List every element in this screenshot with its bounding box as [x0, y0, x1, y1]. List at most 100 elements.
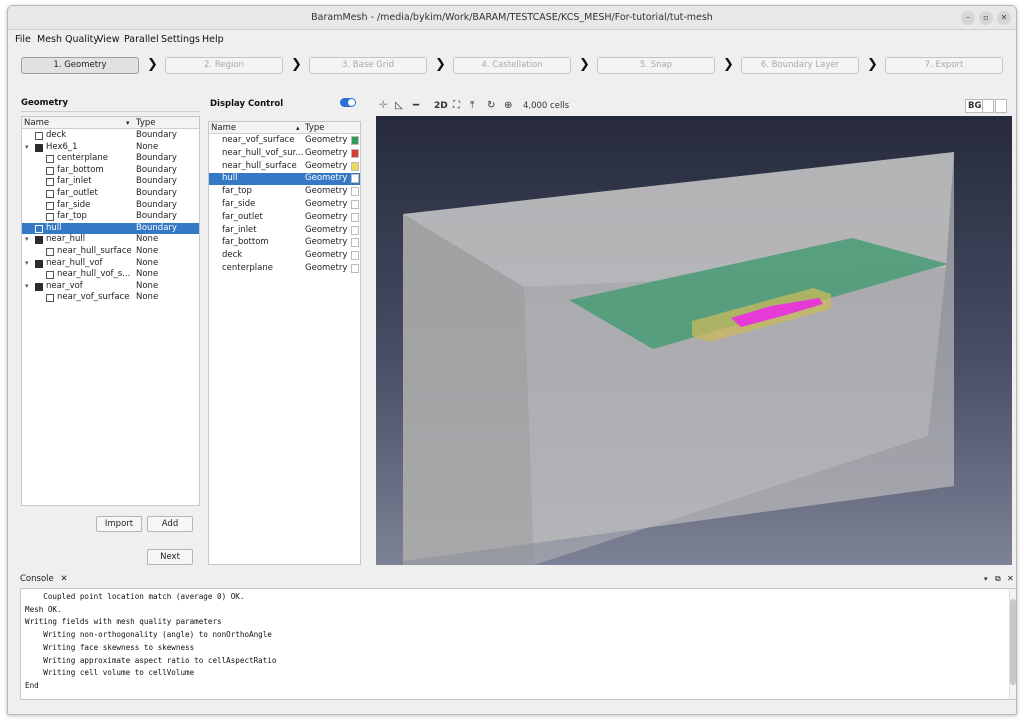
display-item[interactable]: hull Geometry [209, 173, 360, 185]
step-geometry[interactable]: 1. Geometry [21, 57, 139, 74]
display-item-name: far_inlet [222, 224, 257, 235]
color-swatch[interactable] [351, 136, 359, 145]
display-list[interactable]: Name ▴ Type near_vof_surface Geometry near… [208, 121, 361, 565]
console-output[interactable]: Coupled point location match (average 0)… [20, 588, 1016, 700]
bg-color-swatch[interactable] [982, 99, 994, 113]
maximize-icon[interactable]: ▫ [979, 11, 993, 25]
tree-item[interactable]: ▾ near_hull_vof None [22, 258, 199, 270]
color-swatch[interactable] [351, 174, 359, 184]
color-swatch[interactable] [351, 225, 359, 235]
menu-help[interactable]: Help [202, 34, 224, 45]
menu-mesh-quality[interactable]: Mesh Quality [37, 34, 99, 45]
display-item-name: far_top [222, 186, 252, 197]
expand-icon[interactable]: ▾ [25, 258, 29, 270]
tree-item[interactable]: near_hull_surface None [22, 246, 199, 258]
tree-item[interactable]: far_side Boundary [22, 200, 199, 212]
workflow-steps: 1. Geometry ❯ 2. Region ❯ 3. Base Grid ❯… [8, 52, 1016, 80]
close-icon[interactable]: ✕ [1007, 574, 1014, 583]
menu-parallel[interactable]: Parallel [124, 34, 159, 45]
step-region[interactable]: 2. Region [165, 57, 283, 74]
scrollbar-thumb[interactable] [1010, 599, 1016, 685]
step-export[interactable]: 7. Export [885, 57, 1003, 74]
tree-item[interactable]: ▾ near_hull None [22, 234, 199, 246]
tree-item[interactable]: ▾ Hex6_1 None [22, 142, 199, 154]
tree-item[interactable]: far_outlet Boundary [22, 188, 199, 200]
tree-item-type: None [136, 292, 159, 303]
display-item[interactable]: deck Geometry [209, 250, 360, 262]
tree-item[interactable]: far_inlet Boundary [22, 176, 199, 188]
3d-viewport[interactable] [376, 116, 1012, 565]
solid-body-icon [35, 282, 43, 291]
close-icon[interactable]: ✕ [997, 11, 1011, 25]
step-castellation[interactable]: 4. Castellation [453, 57, 571, 74]
display-toggle[interactable] [340, 98, 356, 107]
minimize-icon[interactable]: – [961, 11, 975, 25]
color-swatch[interactable] [351, 161, 359, 171]
ruler-icon[interactable]: ◺ [395, 100, 403, 111]
display-item[interactable]: far_outlet Geometry [209, 212, 360, 224]
tree-item-name: far_outlet [57, 188, 98, 198]
display-item[interactable]: far_top Geometry [209, 186, 360, 198]
axes-icon[interactable]: ✛ [379, 100, 387, 111]
color-swatch[interactable] [351, 148, 359, 158]
tree-item[interactable]: far_bottom Boundary [22, 165, 199, 177]
display-item[interactable]: near_vof_surface Geometry [209, 135, 360, 147]
step-boundary-layer[interactable]: 6. Boundary Layer [741, 57, 859, 74]
expand-icon[interactable]: ▾ [25, 281, 29, 293]
float-icon[interactable]: ⧉ [995, 574, 1001, 584]
fit-view-icon[interactable]: ⛶ [453, 100, 460, 111]
rotate-icon[interactable]: ↻ [487, 100, 495, 111]
menu-settings[interactable]: Settings [161, 34, 200, 45]
surface-icon [35, 224, 43, 233]
console-tab[interactable]: Console ✕ [20, 574, 68, 588]
color-swatch[interactable] [351, 200, 359, 209]
expand-icon[interactable]: ▾ [25, 234, 29, 246]
column-type[interactable]: Type [305, 123, 325, 133]
next-button[interactable]: Next [147, 549, 193, 565]
color-swatch[interactable] [351, 238, 359, 248]
display-item[interactable]: near_hull_vof_sur... Geometry [209, 148, 360, 160]
column-type[interactable]: Type [136, 118, 156, 128]
sort-down-icon: ▾ [126, 119, 130, 127]
tree-item[interactable]: far_top Boundary [22, 211, 199, 223]
add-button[interactable]: Add [147, 516, 193, 532]
console-line: Coupled point location match (average 0)… [25, 592, 245, 601]
display-item[interactable]: far_bottom Geometry [209, 237, 360, 249]
tree-item-type: None [136, 280, 159, 291]
display-item[interactable]: centerplane Geometry [209, 263, 360, 275]
step-snap[interactable]: 5. Snap [597, 57, 715, 74]
tree-item[interactable]: near_hull_vof_s... None [22, 269, 199, 281]
upward-view-icon[interactable]: ⤒ [470, 100, 474, 111]
display-item-type: Geometry [305, 250, 348, 261]
display-item[interactable]: far_side Geometry [209, 199, 360, 211]
column-name[interactable]: Name [24, 118, 49, 128]
display-item[interactable]: near_hull_surface Geometry [209, 161, 360, 173]
menu-file[interactable]: File [15, 34, 31, 45]
display-item-type: Geometry [305, 186, 348, 197]
tree-item[interactable]: centerplane Boundary [22, 153, 199, 165]
line-icon[interactable]: ━ [413, 100, 419, 111]
column-name[interactable]: Name [211, 123, 236, 133]
step-base-grid[interactable]: 3. Base Grid [309, 57, 427, 74]
dropdown-icon[interactable]: ▾ [984, 575, 988, 583]
menu-view[interactable]: View [97, 34, 120, 45]
tree-item[interactable]: near_vof_surface None [22, 292, 199, 304]
bg-color-swatch[interactable] [995, 99, 1007, 113]
tree-item[interactable]: deck Boundary [22, 130, 199, 142]
display-item[interactable]: far_inlet Geometry [209, 225, 360, 237]
color-swatch[interactable] [351, 187, 359, 197]
zoom-in-icon[interactable]: ⊕ [504, 100, 512, 111]
view-2d-button[interactable]: 2D [434, 101, 448, 111]
display-item-name: hull [222, 173, 238, 184]
color-swatch[interactable] [351, 212, 359, 222]
import-button[interactable]: Import [96, 516, 142, 532]
expand-icon[interactable]: ▾ [25, 142, 29, 154]
geometry-tree[interactable]: Name ▾ Type deck Boundary ▾ Hex6_1 None cente… [21, 116, 200, 506]
geometry-panel-title: Geometry [21, 98, 68, 108]
tree-item[interactable]: ▾ near_vof None [22, 281, 199, 293]
close-tab-icon[interactable]: ✕ [60, 574, 67, 584]
color-swatch[interactable] [351, 251, 359, 261]
console-scrollbar[interactable] [1009, 589, 1016, 699]
tree-item[interactable]: hull Boundary [22, 222, 199, 235]
color-swatch[interactable] [351, 264, 359, 273]
